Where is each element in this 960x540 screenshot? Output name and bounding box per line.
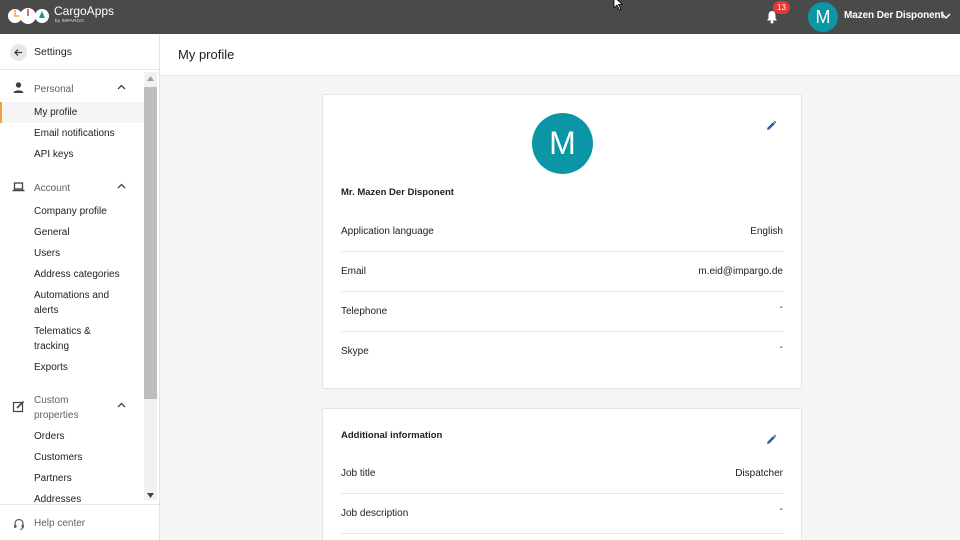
row-value: - <box>779 302 783 313</box>
nav-group-label: Personal <box>34 84 74 95</box>
sidebar-item-label: Customers <box>34 452 83 463</box>
brand-name: CargoApps <box>54 4 115 18</box>
brand: CargoApps by IMPARGO <box>54 5 114 24</box>
nav-group-personal[interactable]: Personal <box>0 80 144 96</box>
row-label: Job description <box>341 508 409 519</box>
sidebar-item-label: Partners <box>34 473 72 484</box>
edit-pencil-icon[interactable] <box>765 434 777 446</box>
profile-row-language: Application language English <box>341 212 783 252</box>
help-center-link[interactable]: Help center <box>0 504 159 540</box>
nav-group-custom-properties[interactable]: Custom properties <box>0 391 144 423</box>
sidebar-item-my-profile[interactable]: My profile <box>0 102 144 123</box>
sidebar-item-orders[interactable]: Orders <box>0 426 144 447</box>
row-value: English <box>750 226 783 237</box>
sidebar-item-label: Orders <box>34 431 65 442</box>
profile-avatar: M <box>532 113 593 174</box>
sidebar-item-label: Exports <box>34 362 68 373</box>
sidebar-nav: Personal My profile Email notifications … <box>0 70 159 504</box>
person-icon <box>13 82 24 93</box>
chevron-up-icon <box>117 84 126 90</box>
chevron-down-icon[interactable] <box>941 12 951 20</box>
sidebar-item-customers[interactable]: Customers <box>0 447 144 468</box>
profile-row-telephone: Telephone - <box>341 292 783 332</box>
sidebar-title: Settings <box>34 46 72 58</box>
sidebar-item-label: Automations and alerts <box>34 290 110 316</box>
sidebar-scrollbar-thumb[interactable] <box>144 87 157 399</box>
arrow-left-icon <box>14 49 22 56</box>
user-avatar[interactable]: M <box>808 2 838 32</box>
help-center-label: Help center <box>34 518 86 529</box>
row-label: Email <box>341 266 367 277</box>
back-button[interactable] <box>10 44 27 61</box>
sidebar-item-partners[interactable]: Partners <box>0 468 144 489</box>
scroll-down-arrow-icon[interactable] <box>147 493 154 498</box>
info-row-job-description: Job description - <box>341 494 783 534</box>
sidebar-item-api-keys[interactable]: API keys <box>0 144 144 165</box>
info-row-job-title: Job title Dispatcher <box>341 454 783 494</box>
laptop-icon <box>12 182 25 192</box>
row-value: Dispatcher <box>735 468 783 479</box>
nav-group-account[interactable]: Account <box>0 179 144 195</box>
edit-square-icon <box>12 400 25 413</box>
brand-subtitle: by IMPARGO <box>55 18 84 23</box>
sidebar-item-label: API keys <box>34 149 74 160</box>
notification-count-badge: 13 <box>773 1 790 14</box>
sidebar-item-automations-alerts[interactable]: Automations and alerts <box>0 285 144 321</box>
headset-icon <box>14 518 24 530</box>
sidebar-item-label: Company profile <box>34 206 107 217</box>
scroll-up-arrow-icon[interactable] <box>147 76 154 81</box>
settings-sidebar: Settings Personal My profile Email notif… <box>0 34 160 540</box>
profile-row-skype: Skype - <box>341 332 783 372</box>
edit-pencil-icon[interactable] <box>765 120 777 132</box>
row-value: m.eid@impargo.de <box>698 266 783 277</box>
sidebar-item-general[interactable]: General <box>0 222 144 243</box>
sidebar-item-label: Addresses <box>34 494 82 504</box>
nav-group-label: Custom properties <box>34 395 79 421</box>
page-title: My profile <box>178 47 235 62</box>
mouse-cursor-icon <box>613 0 624 11</box>
row-label: Telephone <box>341 306 388 317</box>
sidebar-item-label: My profile <box>34 107 78 118</box>
sidebar-item-email-notifications[interactable]: Email notifications <box>0 123 144 144</box>
row-value: - <box>779 504 783 515</box>
row-value: - <box>779 342 783 353</box>
card-title: Additional information <box>341 430 443 441</box>
sidebar-item-company-profile[interactable]: Company profile <box>0 201 144 222</box>
profile-row-email: Email m.eid@impargo.de <box>341 252 783 292</box>
row-label: Application language <box>341 226 434 237</box>
cargoapps-logo[interactable] <box>6 5 52 27</box>
sidebar-item-users[interactable]: Users <box>0 243 144 264</box>
user-menu-name[interactable]: Mazen Der Disponent <box>844 10 944 21</box>
sidebar-item-label: Telematics & tracking <box>34 326 91 352</box>
profile-full-name: Mr. Mazen Der Disponent <box>341 187 454 198</box>
sidebar-header: Settings <box>0 34 159 70</box>
sidebar-item-addresses[interactable]: Addresses <box>0 489 144 504</box>
sidebar-item-label: Address categories <box>34 269 120 280</box>
page-header: My profile <box>160 34 960 76</box>
additional-info-card: Additional information Job title Dispatc… <box>322 408 802 540</box>
row-label: Skype <box>341 346 369 357</box>
profile-card: M Mr. Mazen Der Disponent Application la… <box>322 94 802 389</box>
sidebar-item-label: Email notifications <box>34 128 115 139</box>
chevron-up-icon <box>117 183 126 189</box>
sidebar-item-label: General <box>34 227 70 238</box>
sidebar-item-telematics-tracking[interactable]: Telematics & tracking <box>0 321 144 357</box>
sidebar-item-label: Users <box>34 248 61 259</box>
row-label: Job title <box>341 468 376 479</box>
chevron-up-icon <box>117 402 126 408</box>
nav-group-label: Account <box>34 183 71 194</box>
sidebar-item-exports[interactable]: Exports <box>0 357 144 378</box>
sidebar-item-address-categories[interactable]: Address categories <box>0 264 144 285</box>
top-bar: CargoApps by IMPARGO 13 M Mazen Der Disp… <box>0 0 960 34</box>
